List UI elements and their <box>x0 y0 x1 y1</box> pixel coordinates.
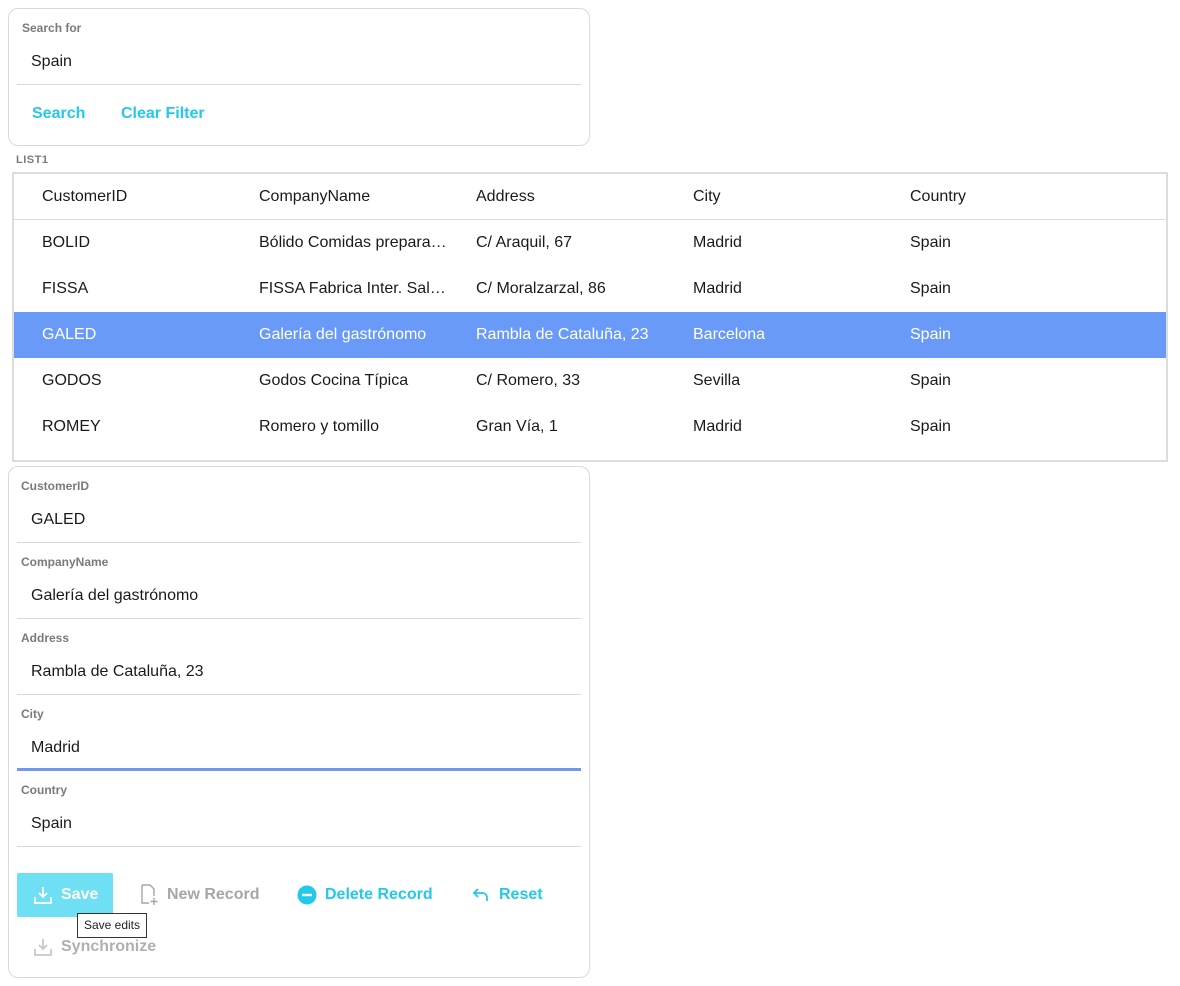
reset-button[interactable]: Reset <box>471 873 543 917</box>
cell-city: Madrid <box>693 418 742 435</box>
cell-city: Madrid <box>693 234 742 251</box>
cell-companyname: Galería del gastrónomo <box>259 326 427 343</box>
companyname-label: CompanyName <box>21 555 109 569</box>
search-button[interactable]: Search <box>32 105 85 123</box>
customerid-underline <box>17 542 581 543</box>
cell-country: Spain <box>910 280 951 297</box>
cell-customerid: ROMEY <box>42 418 101 435</box>
city-underline-active <box>17 768 581 771</box>
cell-city: Barcelona <box>693 326 766 343</box>
new-record-label: New Record <box>167 886 260 903</box>
data-grid: CustomerID CompanyName Address City Coun… <box>12 172 1168 462</box>
cell-address: Rambla de Cataluña, 23 <box>476 326 649 343</box>
cell-country: Spain <box>910 326 951 343</box>
address-field[interactable]: Rambla de Cataluña, 23 <box>31 663 204 681</box>
cell-country: Spain <box>910 234 951 251</box>
new-document-icon <box>139 884 159 906</box>
column-header-companyname[interactable]: CompanyName <box>259 174 449 220</box>
table-row[interactable]: GODOS Godos Cocina Típica C/ Romero, 33 … <box>14 358 1166 404</box>
table-row-selected[interactable]: GALED Galería del gastrónomo Rambla de C… <box>14 312 1166 358</box>
cell-address: Gran Vía, 1 <box>476 418 558 435</box>
column-header-customerid[interactable]: CustomerID <box>42 174 242 220</box>
column-header-address[interactable]: Address <box>476 174 676 220</box>
country-field[interactable]: Spain <box>31 815 72 833</box>
detail-form: CustomerID GALED CompanyName Galería del… <box>8 466 590 978</box>
city-label: City <box>21 707 44 721</box>
save-icon <box>33 885 53 905</box>
minus-circle-icon <box>297 885 317 905</box>
cell-customerid: FISSA <box>42 280 89 297</box>
new-record-button[interactable]: New Record <box>139 873 259 917</box>
cell-country: Spain <box>910 418 951 435</box>
country-label: Country <box>21 783 67 797</box>
search-panel: Search for Spain Search Clear Filter <box>8 8 590 146</box>
table-row[interactable]: ROMEY Romero y tomillo Gran Vía, 1 Madri… <box>14 404 1166 450</box>
table-row[interactable]: FISSA FISSA Fabrica Inter. Salchichas S.… <box>14 266 1166 312</box>
undo-icon <box>471 885 491 905</box>
grid-header: CustomerID CompanyName Address City Coun… <box>14 174 1166 220</box>
cell-companyname: FISSA Fabrica Inter. Salchichas S.A. <box>259 280 449 297</box>
search-input[interactable]: Spain <box>31 53 72 71</box>
cell-companyname: Romero y tomillo <box>259 418 380 435</box>
cell-country: Spain <box>910 372 951 389</box>
companyname-underline <box>17 618 581 619</box>
column-header-city[interactable]: City <box>693 174 893 220</box>
column-header-country[interactable]: Country <box>910 174 1110 220</box>
customerid-label: CustomerID <box>21 479 90 493</box>
delete-record-label: Delete Record <box>325 886 433 903</box>
cell-customerid: GODOS <box>42 372 102 389</box>
search-input-underline <box>17 84 581 85</box>
cell-customerid: GALED <box>42 326 97 343</box>
cell-companyname: Godos Cocina Típica <box>259 372 409 389</box>
address-label: Address <box>21 631 70 645</box>
table-row[interactable]: BOLID Bólido Comidas preparadas C/ Araqu… <box>14 220 1166 266</box>
delete-record-button[interactable]: Delete Record <box>297 873 433 917</box>
address-underline <box>17 694 581 695</box>
cell-companyname: Bólido Comidas preparadas <box>259 234 449 251</box>
customerid-field[interactable]: GALED <box>31 511 85 529</box>
country-underline <box>17 846 581 847</box>
search-label: Search for <box>22 21 82 35</box>
cell-address: C/ Moralzarzal, 86 <box>476 280 606 297</box>
cell-address: C/ Araquil, 67 <box>476 234 573 251</box>
list-label: LIST1 <box>16 154 49 166</box>
cell-customerid: BOLID <box>42 234 91 251</box>
cell-city: Sevilla <box>693 372 741 389</box>
clear-filter-button[interactable]: Clear Filter <box>121 105 205 123</box>
synchronize-label: Synchronize <box>61 938 157 955</box>
save-label: Save <box>61 886 99 903</box>
cell-address: C/ Romero, 33 <box>476 372 581 389</box>
synchronize-icon <box>33 937 53 957</box>
save-button[interactable]: Save <box>17 873 113 917</box>
cell-city: Madrid <box>693 280 742 297</box>
city-field[interactable]: Madrid <box>31 739 80 757</box>
reset-label: Reset <box>499 886 543 903</box>
save-tooltip: Save edits <box>77 913 147 938</box>
companyname-field[interactable]: Galería del gastrónomo <box>31 587 198 605</box>
